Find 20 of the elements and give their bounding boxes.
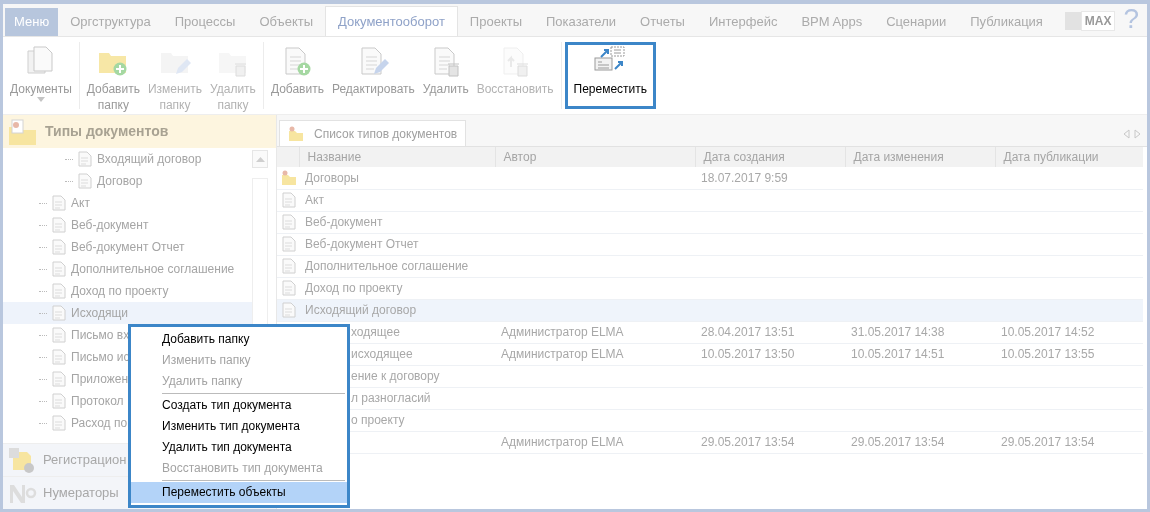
table-cell: Исходящий договор <box>299 299 495 321</box>
table-cell: Администратор ELMA <box>495 321 695 343</box>
table-cell: Администратор ELMA <box>495 431 695 453</box>
table-cell: 10.05.2017 14:51 <box>845 343 995 365</box>
table-cell: 28.04.2017 13:51 <box>695 321 845 343</box>
table-cell: 29.05.2017 13:54 <box>845 431 995 453</box>
table-cell: Веб-документ <box>299 211 495 233</box>
table-cell: 31.05.2017 14:38 <box>845 321 995 343</box>
table-cell: Администратор ELMA <box>495 343 695 365</box>
table-cell: 10.05.2017 13:55 <box>995 343 1143 365</box>
table-cell: Договоры <box>299 167 495 189</box>
table-cell: 29.05.2017 13:54 <box>695 431 845 453</box>
table-cell: Акт <box>299 189 495 211</box>
table-cell: 10.05.2017 13:50 <box>695 343 845 365</box>
table-cell: Веб-документ Отчет <box>299 233 495 255</box>
table-cell: 18.07.2017 9:59 <box>695 167 845 189</box>
table-cell: 10.05.2017 14:52 <box>995 321 1143 343</box>
table-cell: 29.05.2017 13:54 <box>995 431 1143 453</box>
table-cell: Доход по проекту <box>299 277 495 299</box>
table-cell: Дополнительное соглашение <box>299 255 495 277</box>
